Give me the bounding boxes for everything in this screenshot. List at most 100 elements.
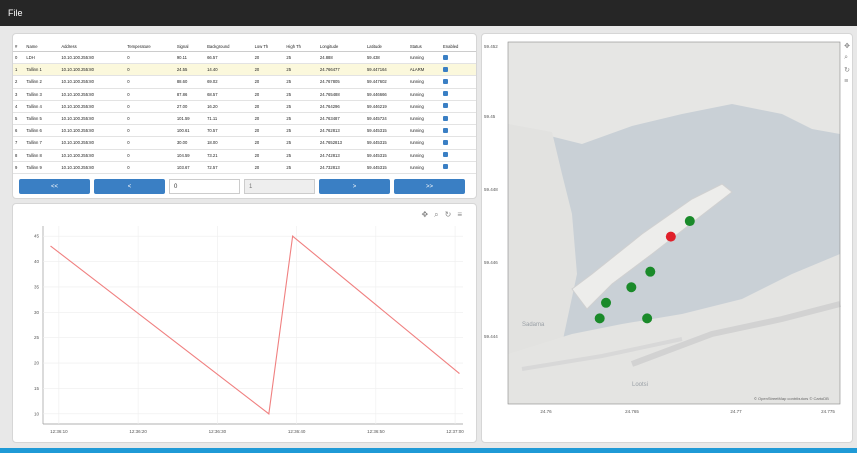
table-cell: 0 xyxy=(125,161,175,174)
enabled-checkbox-cell[interactable] xyxy=(441,112,476,126)
table-cell: running xyxy=(407,136,442,150)
enabled-checkbox-cell[interactable] xyxy=(441,124,476,138)
table-cell: 25 xyxy=(284,136,318,150)
map-lat-tick-label: 59.444 xyxy=(484,334,498,339)
table-cell: Tallinn 5 xyxy=(24,112,60,126)
table-cell: 101.59 xyxy=(174,112,206,126)
table-cell: 3 xyxy=(13,88,25,101)
page-number-input[interactable]: 0 xyxy=(169,179,240,194)
enabled-checkbox-cell[interactable] xyxy=(441,75,476,89)
column-header[interactable]: Address xyxy=(59,42,126,52)
next-page-button[interactable]: > xyxy=(319,179,390,194)
table-row[interactable]: 9 Tallinn 9 10.10.100.255:80 0 103.67 72.57 20… xyxy=(13,161,476,174)
map-reset-tool-icon[interactable]: ↻ xyxy=(844,66,850,74)
table-row[interactable]: 8 Tallinn 8 10.10.100.255:80 0 104.59 73.21 20… xyxy=(13,149,476,162)
map-lon-tick-label: 24.775 xyxy=(821,409,835,414)
sensor-marker[interactable] xyxy=(601,297,612,308)
last-page-button[interactable]: >> xyxy=(394,179,465,194)
enabled-checkbox-cell[interactable] xyxy=(441,149,476,162)
table-cell: 24.764296 xyxy=(317,100,365,113)
sensor-marker[interactable] xyxy=(645,266,656,277)
prev-page-button[interactable]: < xyxy=(94,179,165,194)
checkbox-icon[interactable] xyxy=(443,54,449,60)
table-cell: 4 xyxy=(13,100,25,113)
column-header[interactable]: Signal xyxy=(174,42,206,52)
table-row[interactable]: 6 Tallinn 6 10.10.100.255:80 0 100.61 70.57 20… xyxy=(13,124,476,138)
table-cell: 0 xyxy=(125,124,175,138)
checkbox-icon[interactable] xyxy=(443,139,449,145)
enabled-checkbox-cell[interactable] xyxy=(441,161,476,174)
table-row[interactable]: 0 LDH 10.10.100.255:80 0 90.11 66.57 20 25 24.88… xyxy=(13,51,476,65)
enabled-checkbox-cell[interactable] xyxy=(441,88,476,101)
column-header[interactable]: High Th xyxy=(284,42,318,52)
checkbox-icon[interactable] xyxy=(443,78,449,84)
table-cell: 24.7652813 xyxy=(317,136,365,150)
table-cell: 10.10.100.255:80 xyxy=(59,161,126,174)
map-save-tool-icon[interactable]: ≡ xyxy=(844,78,850,85)
sensor-marker[interactable] xyxy=(626,282,637,293)
checkbox-icon[interactable] xyxy=(443,127,449,133)
sensor-marker[interactable] xyxy=(594,313,605,324)
column-header[interactable]: Temperature xyxy=(125,42,175,52)
table-row[interactable]: 7 Tallinn 7 10.10.100.255:80 0 30.00 18.00 20 2… xyxy=(13,136,476,150)
table-row[interactable]: 1 Tallinn 1 10.10.100.255:80 0 24.55 14.40 20 2… xyxy=(13,63,476,77)
table-row[interactable]: 2 Tallinn 2 10.10.100.255:80 0 88.60 69.02 20 2… xyxy=(13,75,476,89)
table-cell: Tallinn 6 xyxy=(24,124,60,138)
reset-tool-icon[interactable]: ↻ xyxy=(445,210,452,220)
column-header[interactable]: Longitude xyxy=(317,42,365,52)
column-header[interactable]: Status xyxy=(407,42,442,52)
table-cell: Tallinn 3 xyxy=(24,88,60,101)
table-cell: Tallinn 7 xyxy=(24,136,60,150)
table-cell: 59.446666 xyxy=(364,88,408,101)
first-page-button[interactable]: << xyxy=(19,179,90,194)
column-header[interactable]: Enabled xyxy=(441,42,476,52)
table-cell: 69.02 xyxy=(205,75,253,89)
table-cell: 25 xyxy=(284,149,318,162)
checkbox-icon[interactable] xyxy=(443,164,449,170)
enabled-checkbox-cell[interactable] xyxy=(441,100,476,113)
table-cell: 18.00 xyxy=(205,136,253,150)
data-point xyxy=(268,413,270,415)
checkbox-icon[interactable] xyxy=(443,103,449,109)
sensor-marker[interactable] xyxy=(684,216,695,227)
table-cell: 7 xyxy=(13,136,25,150)
map-toolbar: ✥ ⌕ ↻ ≡ xyxy=(844,42,850,85)
column-header[interactable]: Latitude xyxy=(364,42,408,52)
map-zoom-tool-icon[interactable]: ⌕ xyxy=(844,54,850,62)
table-row[interactable]: 3 Tallinn 3 10.10.100.255:80 0 87.86 68.57 20 2… xyxy=(13,88,476,101)
table-cell: 10.10.100.255:80 xyxy=(59,112,126,126)
column-header[interactable]: Low Th xyxy=(252,42,285,52)
column-header[interactable]: Background xyxy=(205,42,253,52)
line-chart[interactable]: 10 15 20 25 30 35 40 45 12:36:10 12:36:20 12:36:30… xyxy=(13,204,476,442)
table-cell: running xyxy=(407,88,442,101)
data-point xyxy=(292,235,294,237)
series-line[interactable] xyxy=(50,235,460,415)
map-pan-tool-icon[interactable]: ✥ xyxy=(844,42,850,50)
save-tool-icon[interactable]: ≡ xyxy=(457,210,462,220)
sensor-marker[interactable] xyxy=(642,313,653,324)
pan-tool-icon[interactable]: ✥ xyxy=(421,210,428,220)
map-lat-tick-label: 59.446 xyxy=(484,260,498,265)
sensor-table-panel: # Name Address Temperature Signal Background L… xyxy=(12,33,477,199)
enabled-checkbox-cell[interactable] xyxy=(441,51,476,65)
column-header[interactable]: # xyxy=(13,42,25,52)
sensor-marker-alarm[interactable] xyxy=(665,231,676,242)
map-view[interactable]: Sadama Lootsi © OpenStreetMap contributo… xyxy=(482,34,852,442)
checkbox-icon[interactable] xyxy=(443,66,449,72)
pagination: << < 0 1 > >> xyxy=(19,179,470,194)
table-cell: 25 xyxy=(284,88,318,101)
checkbox-icon[interactable] xyxy=(443,115,449,121)
table-cell: 25 xyxy=(284,112,318,126)
table-row[interactable]: 4 Tallinn 4 10.10.100.255:80 0 27.00 16.20 20 2… xyxy=(13,100,476,113)
table-cell: 0 xyxy=(125,149,175,162)
y-tick-label: 25 xyxy=(34,335,40,340)
file-menu[interactable]: File xyxy=(8,8,23,18)
checkbox-icon[interactable] xyxy=(443,91,449,97)
enabled-checkbox-cell[interactable] xyxy=(441,63,476,77)
checkbox-icon[interactable] xyxy=(443,152,449,158)
zoom-tool-icon[interactable]: ⌕ xyxy=(434,210,438,220)
enabled-checkbox-cell[interactable] xyxy=(441,136,476,150)
table-row[interactable]: 5 Tallinn 5 10.10.100.255:80 0 101.59 71.11 20… xyxy=(13,112,476,126)
column-header[interactable]: Name xyxy=(24,42,60,52)
table-cell: LDH xyxy=(24,51,60,65)
